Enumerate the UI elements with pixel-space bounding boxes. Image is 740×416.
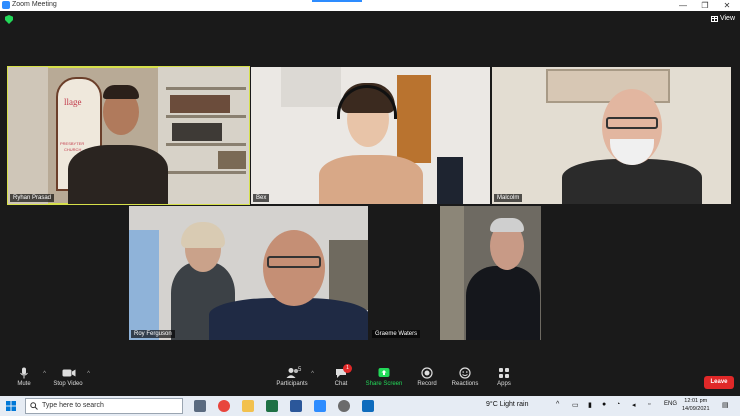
window-pane <box>129 230 159 340</box>
minimize-button[interactable]: — <box>672 0 694 11</box>
network-icon[interactable]: ▭ <box>572 401 579 409</box>
close-button[interactable]: ✕ <box>716 0 738 11</box>
chrome-browser-icon[interactable] <box>218 400 230 412</box>
video-camera-icon <box>62 367 76 379</box>
record-icon <box>421 367 433 379</box>
battery-icon[interactable]: ▮ <box>588 401 592 409</box>
notifications-icon[interactable]: ▤ <box>722 401 729 409</box>
word-icon[interactable] <box>290 400 302 412</box>
video-feed <box>440 206 541 340</box>
weather-status[interactable]: 9°C Light rain <box>486 401 529 408</box>
participants-count: 5 <box>298 367 302 373</box>
microphone-icon <box>18 367 30 379</box>
zoom-app-icon <box>2 1 10 9</box>
person-head <box>263 230 325 306</box>
maximize-button[interactable]: ❐ <box>694 0 716 11</box>
participants-icon <box>286 367 298 379</box>
mute-label: Mute <box>17 381 31 387</box>
apps-icon <box>498 367 510 379</box>
chat-bubble-icon: 1 <box>335 364 352 379</box>
church-sign-text-1: llage <box>64 97 82 107</box>
banner <box>437 157 463 204</box>
volume-icon[interactable]: ◂ <box>632 401 636 409</box>
clock-date: 14/09/2021 <box>682 406 710 412</box>
wifi-icon[interactable]: ◔ <box>616 401 620 408</box>
person-body <box>562 159 702 204</box>
windows-start-icon[interactable] <box>6 401 16 411</box>
chat-badge: 1 <box>343 364 352 373</box>
window-titlebar: Zoom Meeting — ❐ ✕ <box>0 0 740 11</box>
stop-video-label: Stop Video <box>53 381 83 387</box>
participant-name: Malcolm <box>494 194 523 202</box>
person-hair <box>103 85 139 99</box>
participant-name: Bex <box>253 194 270 202</box>
view-button[interactable]: View <box>710 15 735 22</box>
security-shield-icon[interactable] <box>5 15 13 24</box>
participant-name: Ryhan Prasad <box>10 194 55 202</box>
search-placeholder: Type here to search <box>42 402 104 409</box>
person-hair <box>490 218 524 232</box>
task-view-icon[interactable] <box>194 400 206 412</box>
taskbar-search-input[interactable]: Type here to search <box>25 398 183 414</box>
church-sign-text-2: PRESBYTER <box>60 141 85 146</box>
video-tile-roy[interactable]: Roy Ferguson <box>129 206 368 340</box>
door <box>397 75 431 163</box>
participants-options-caret-icon[interactable]: ^ <box>311 371 314 377</box>
participant-name: Graeme Waters <box>372 330 421 338</box>
reactions-button[interactable]: Reactions <box>443 367 487 387</box>
clock-time: 12:01 pm <box>684 398 708 404</box>
glasses-icon <box>606 117 658 129</box>
view-label: View <box>719 15 735 22</box>
meeting-area: View llage PRESBYTER CHURCH Ryhan Prasad <box>0 11 740 365</box>
person-body <box>319 155 423 204</box>
grid-view-icon <box>710 15 718 22</box>
input-language[interactable]: ENG <box>664 401 677 407</box>
chat-label: Chat <box>334 381 348 387</box>
title-accent-bar <box>312 0 362 2</box>
excel-icon[interactable] <box>266 400 278 412</box>
picture-frame <box>281 67 341 107</box>
search-icon <box>30 402 38 416</box>
participants-label: Participants <box>276 381 308 387</box>
participants-button[interactable]: 5 Participants ^ <box>270 367 314 387</box>
video-tile-malcolm[interactable]: Malcolm <box>492 67 731 204</box>
apps-button[interactable]: Apps <box>482 367 526 387</box>
video-tile-bex[interactable]: Bex <box>251 67 490 204</box>
person-body <box>466 266 540 340</box>
share-screen-icon <box>378 367 390 379</box>
windows-taskbar: Type here to search 9°C Light rain ^ ▭ ▮… <box>0 396 740 416</box>
window-title: Zoom Meeting <box>12 1 57 8</box>
share-screen-button[interactable]: Share Screen <box>362 367 406 387</box>
glasses-icon <box>267 256 321 268</box>
person-body <box>68 145 168 204</box>
video-tile-graeme[interactable]: Graeme Waters <box>370 206 609 340</box>
stop-video-button[interactable]: Stop Video ^ <box>46 367 90 387</box>
file-explorer-icon[interactable] <box>242 400 254 412</box>
microphone-tray-icon[interactable]: ● <box>602 401 606 408</box>
zoom-taskbar-icon[interactable] <box>314 400 326 412</box>
meeting-toolbar: Mute ^ Stop Video ^ 5 Participants ^ 1 C… <box>0 364 740 396</box>
leave-button[interactable]: Leave <box>704 376 734 389</box>
mute-button[interactable]: Mute ^ <box>2 367 46 387</box>
smiley-reaction-icon <box>459 367 471 379</box>
outlook-icon[interactable] <box>362 400 374 412</box>
bookshelf <box>158 67 249 204</box>
settings-gear-icon[interactable] <box>338 400 350 412</box>
reactions-label: Reactions <box>451 381 479 387</box>
video-options-caret-icon[interactable]: ^ <box>87 371 90 377</box>
share-screen-label: Share Screen <box>365 381 403 387</box>
chat-button[interactable]: 1 Chat <box>319 364 363 387</box>
wall <box>8 67 48 204</box>
person-hair-background <box>181 222 225 248</box>
tray-chevron-up-icon[interactable]: ^ <box>556 401 559 408</box>
video-tile-ryhan[interactable]: llage PRESBYTER CHURCH Ryhan Prasad <box>7 66 250 205</box>
participant-name: Roy Ferguson <box>131 330 175 338</box>
system-clock[interactable]: 12:01 pm 14/09/2021 <box>682 397 710 413</box>
meet-now-icon[interactable]: ▫ <box>648 401 650 408</box>
apps-label: Apps <box>497 381 511 387</box>
